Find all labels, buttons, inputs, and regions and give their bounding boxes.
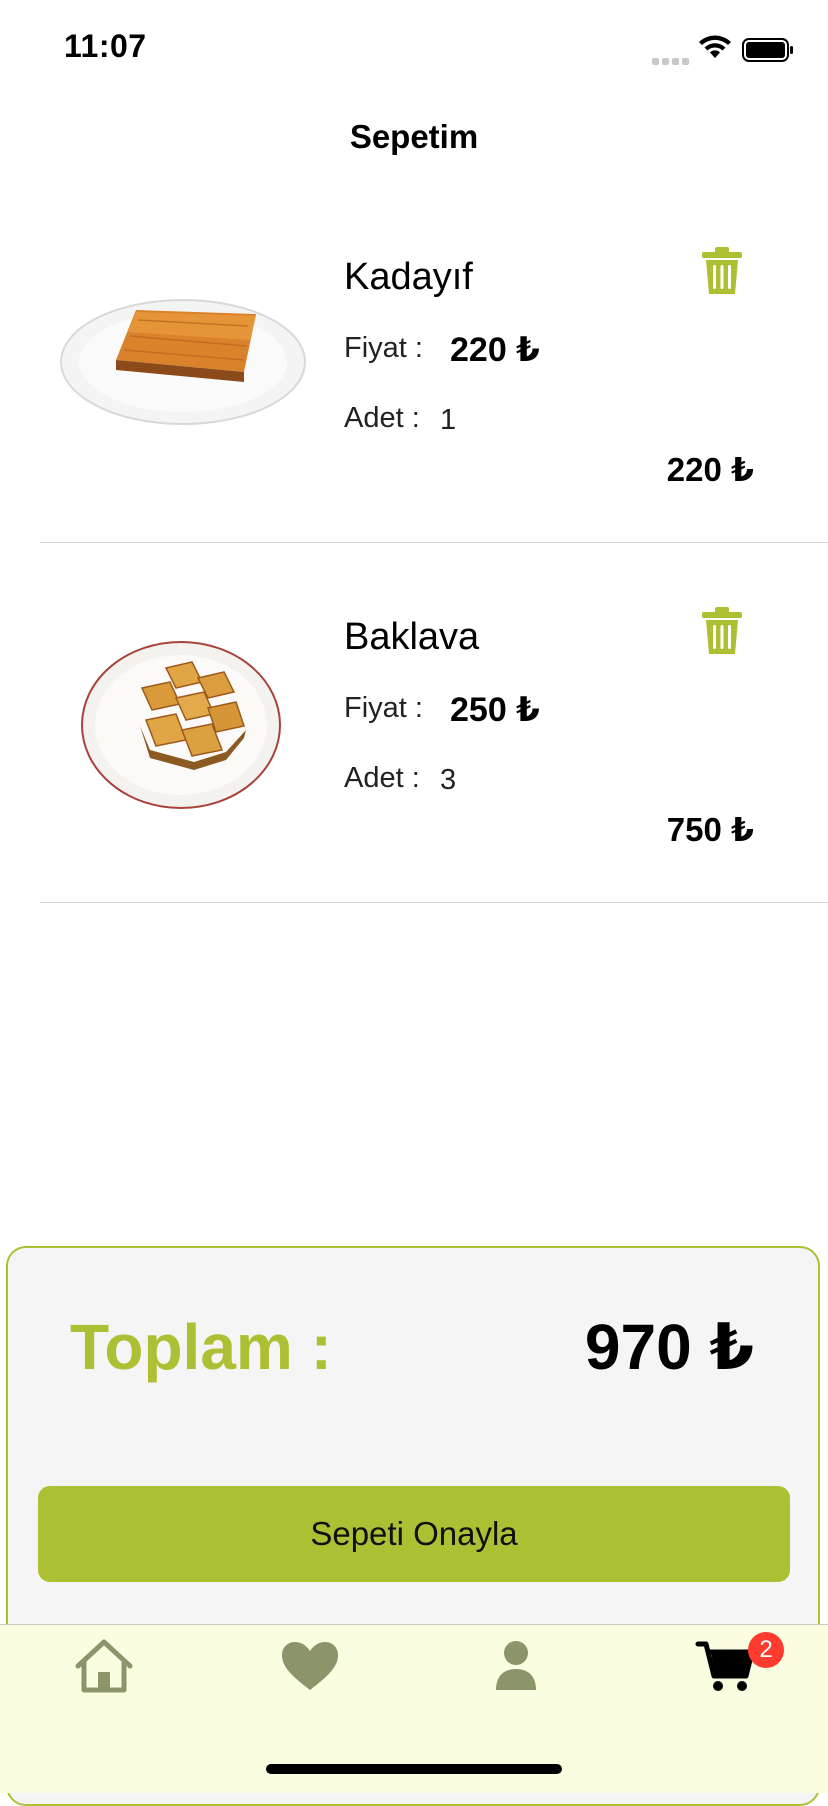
item-name: Baklava bbox=[344, 616, 480, 658]
battery-icon bbox=[742, 38, 793, 62]
price-label: Fiyat : bbox=[344, 332, 423, 364]
cellular-signal-icon bbox=[652, 52, 692, 65]
trash-icon[interactable] bbox=[700, 606, 744, 656]
price-label: Fiyat : bbox=[344, 692, 423, 724]
home-indicator bbox=[266, 1764, 562, 1774]
cart-badge: 2 bbox=[748, 1632, 784, 1668]
total-value: 970 ₺ bbox=[584, 1311, 754, 1383]
quantity-value: 3 bbox=[440, 764, 457, 796]
home-icon bbox=[75, 1639, 133, 1693]
confirm-cart-button[interactable]: Sepeti Onayla bbox=[38, 1486, 790, 1582]
quantity-value: 1 bbox=[440, 404, 457, 436]
baklava-image bbox=[81, 641, 281, 809]
item-divider bbox=[40, 902, 828, 903]
tab-home[interactable] bbox=[72, 1638, 136, 1694]
item-divider bbox=[40, 542, 828, 543]
item-name: Kadayıf bbox=[344, 256, 473, 298]
unit-price: 220 ₺ bbox=[450, 331, 540, 369]
cart-item: Kadayıf Fiyat : 220 ₺ Adet : 1 220 ₺ bbox=[0, 200, 828, 540]
status-time: 11:07 bbox=[64, 28, 147, 64]
quantity-label: Adet : bbox=[344, 762, 420, 794]
trash-icon[interactable] bbox=[700, 246, 744, 296]
line-total: 750 ₺ bbox=[666, 811, 754, 848]
total-label: Toplam : bbox=[70, 1311, 332, 1383]
tab-profile[interactable] bbox=[484, 1638, 548, 1694]
unit-price: 250 ₺ bbox=[450, 691, 540, 729]
kadayif-image bbox=[60, 299, 306, 425]
page-title: Sepetim bbox=[349, 118, 479, 155]
tab-favorites[interactable] bbox=[278, 1638, 342, 1694]
heart-icon bbox=[282, 1642, 338, 1690]
cart-item: Baklava Fiyat : 250 ₺ Adet : 3 750 ₺ bbox=[0, 560, 828, 900]
line-total: 220 ₺ bbox=[666, 451, 754, 488]
wifi-icon bbox=[699, 35, 731, 58]
cart-icon bbox=[695, 1641, 755, 1691]
quantity-label: Adet : bbox=[344, 402, 420, 434]
person-icon bbox=[496, 1641, 536, 1690]
